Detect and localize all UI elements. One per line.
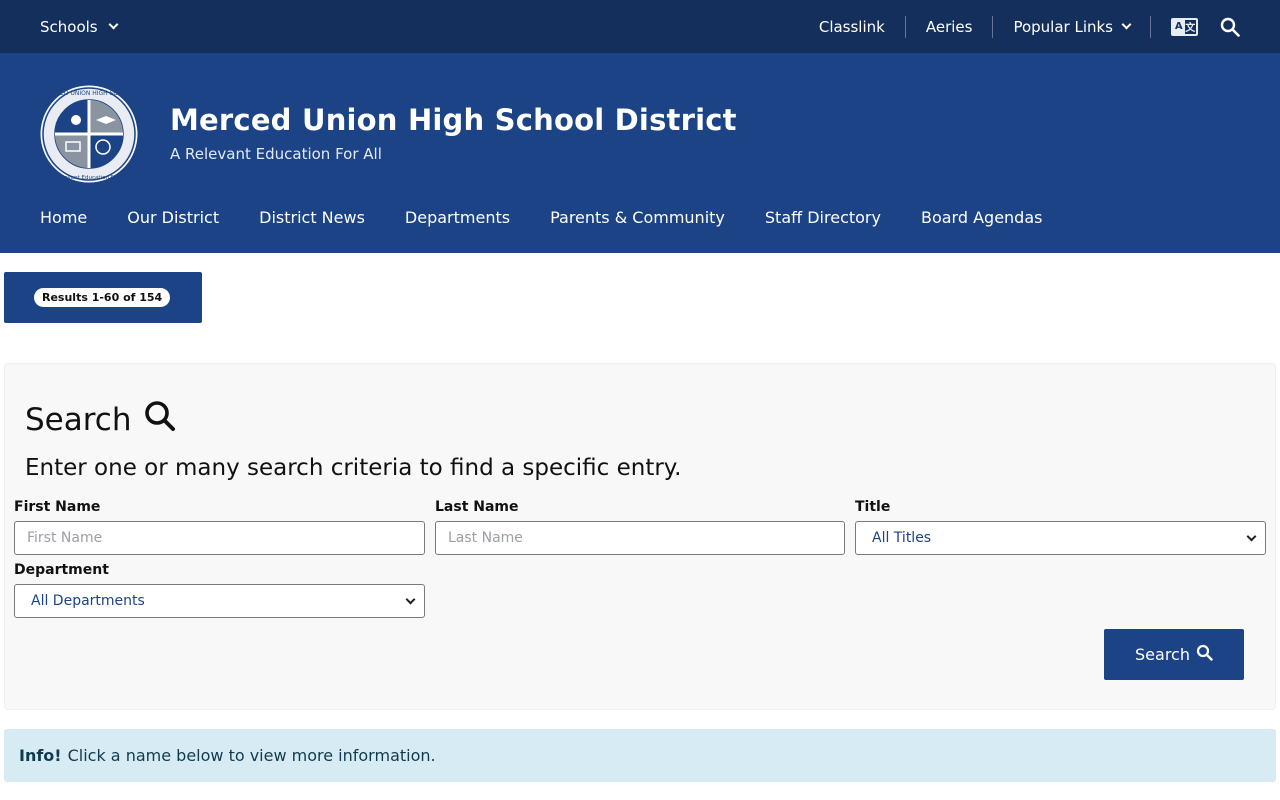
department-select-value: All Departments (31, 593, 145, 609)
chevron-down-icon (1121, 19, 1132, 30)
schools-label: Schools (40, 17, 98, 36)
title-select[interactable]: All Titles (855, 521, 1266, 555)
search-heading: Search (25, 400, 176, 440)
district-logo[interactable]: MERCED UNION HIGH SCHOOL A Relevant Educ… (40, 85, 138, 183)
popular-links-label: Popular Links (1013, 17, 1113, 36)
info-alert-strong: Info! (19, 746, 62, 765)
search-panel: Search Enter one or many search criteria… (4, 363, 1276, 710)
nav-departments[interactable]: Departments (405, 208, 510, 227)
search-button-label: Search (1135, 645, 1190, 664)
svg-text:MERCED UNION HIGH SCHOOL: MERCED UNION HIGH SCHOOL (43, 90, 135, 97)
aeries-link[interactable]: Aeries (906, 15, 994, 38)
title-label: Title (855, 499, 891, 515)
title-select-value: All Titles (872, 530, 932, 546)
first-name-label: First Name (14, 499, 101, 515)
nav-our-district[interactable]: Our District (127, 208, 219, 227)
classlink-label: Classlink (818, 17, 885, 36)
utility-bar: Schools Classlink Aeries Popular Links A… (0, 0, 1280, 53)
search-icon (1196, 644, 1213, 665)
nav-home[interactable]: Home (40, 208, 87, 227)
search-icon[interactable] (1220, 17, 1240, 37)
chevron-down-icon (1246, 531, 1257, 541)
nav-district-news[interactable]: District News (259, 208, 365, 227)
search-icon (144, 400, 176, 440)
first-name-input[interactable]: First Name (14, 521, 425, 555)
nav-staff-directory[interactable]: Staff Directory (765, 208, 881, 227)
department-select[interactable]: All Departments (14, 584, 425, 618)
chevron-down-icon (108, 19, 119, 30)
nav-board-agendas[interactable]: Board Agendas (921, 208, 1043, 227)
search-instructions: Enter one or many search criteria to fin… (25, 455, 682, 481)
info-alert-text: Click a name below to view more informat… (67, 746, 436, 765)
chevron-down-icon (405, 594, 416, 604)
aeries-label: Aeries (925, 17, 973, 36)
site-title[interactable]: Merced Union High School District (170, 103, 737, 137)
results-count-box: Results 1-60 of 154 (4, 272, 202, 323)
search-button[interactable]: Search (1104, 629, 1244, 680)
svg-text:A Relevant Education For All: A Relevant Education For All (50, 175, 128, 181)
results-count-badge: Results 1-60 of 154 (34, 288, 171, 307)
site-tagline: A Relevant Education For All (170, 145, 382, 163)
site-header: MERCED UNION HIGH SCHOOL A Relevant Educ… (0, 53, 1280, 253)
popular-links-dropdown[interactable]: Popular Links (993, 15, 1151, 38)
utility-links: Classlink Aeries Popular Links A文 (799, 0, 1240, 53)
main-nav: Home Our District District News Departme… (40, 208, 1082, 227)
translate-icon[interactable]: A文 (1171, 17, 1198, 36)
last-name-label: Last Name (435, 499, 519, 515)
department-label: Department (14, 562, 109, 578)
last-name-input[interactable]: Last Name (435, 521, 845, 555)
schools-dropdown[interactable]: Schools (40, 0, 119, 53)
nav-parents-community[interactable]: Parents & Community (550, 208, 725, 227)
search-heading-label: Search (25, 402, 132, 438)
classlink-link[interactable]: Classlink (799, 15, 906, 38)
info-alert: Info! Click a name below to view more in… (4, 729, 1276, 782)
